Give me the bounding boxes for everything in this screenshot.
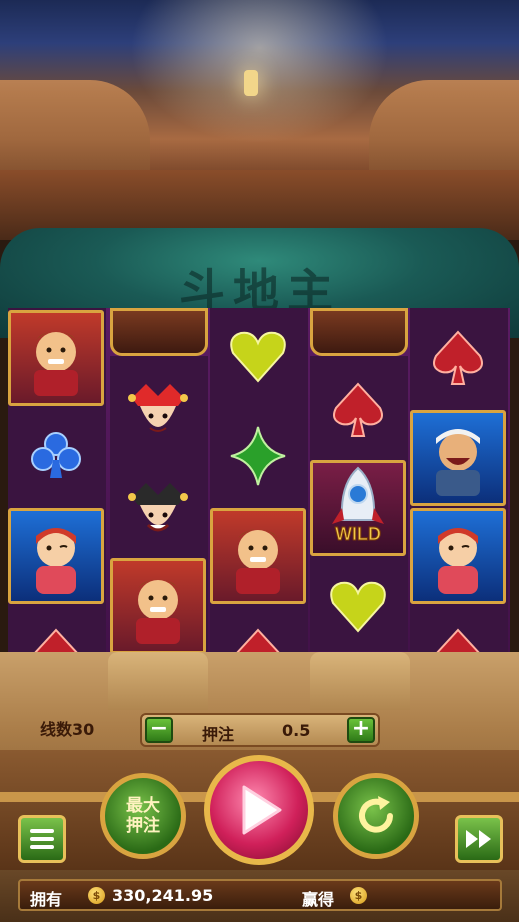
- reel-3: [210, 308, 308, 683]
- stone-ledge: [108, 652, 208, 710]
- max-bet-button[interactable]: 最大 押注: [100, 773, 186, 859]
- coin-icon: $: [88, 887, 105, 904]
- coin-icon: $: [350, 887, 367, 904]
- chandelier-icon: [244, 70, 258, 96]
- fast-forward-icon: [466, 830, 491, 848]
- lines-value: 30: [72, 720, 95, 739]
- stone-ledge: [310, 652, 410, 710]
- symbol-man-red: [210, 508, 306, 604]
- symbol-man-red: [110, 558, 206, 654]
- bet-decrease-button[interactable]: −: [145, 717, 173, 743]
- autoplay-button[interactable]: [333, 773, 419, 859]
- max-bet-label-line1: 最大: [126, 796, 160, 816]
- symbol-girl-red: [8, 508, 104, 604]
- symbol-club-blue: [8, 408, 104, 504]
- menu-button[interactable]: [18, 815, 66, 863]
- hamburger-icon: [30, 829, 54, 849]
- symbol-girl-red: [410, 508, 506, 604]
- symbol-heart-gold: [210, 308, 306, 404]
- reel-5: [410, 308, 508, 683]
- lines-label: 线数: [40, 720, 73, 739]
- balance-value: 330,241.95: [112, 886, 214, 905]
- symbol-spade-red: [310, 362, 406, 458]
- wild-label: WILD: [335, 524, 381, 544]
- reel-ornament: [110, 308, 208, 356]
- reel-2: [110, 356, 208, 654]
- bet-value: 0.5: [282, 721, 311, 740]
- lines-display: 线数30: [40, 716, 94, 740]
- reel-ornament: [310, 308, 408, 356]
- bet-label: 押注: [202, 725, 235, 744]
- refresh-icon: [359, 796, 393, 833]
- symbol-wild-rocket: WILD: [310, 460, 406, 556]
- symbol-man-red: [8, 310, 104, 406]
- symbol-joker-black: [110, 461, 206, 557]
- fast-forward-button[interactable]: [455, 815, 503, 863]
- reel-4: WILD: [310, 356, 408, 651]
- reel-1: [8, 308, 106, 683]
- symbol-heart-gold: [310, 558, 406, 654]
- play-icon: [242, 785, 282, 835]
- spin-button[interactable]: [204, 755, 314, 865]
- symbol-joker-red: [110, 364, 206, 460]
- win-label: 赢得: [302, 890, 335, 909]
- balance-label: 拥有: [30, 890, 63, 909]
- status-bar: 拥有 $ 330,241.95 赢得 $: [18, 879, 502, 911]
- casino-hall-background: [0, 0, 519, 240]
- symbol-man-white-cap: [410, 410, 506, 506]
- symbol-diamond-green: [210, 408, 306, 504]
- bet-bar: − 押注 0.5 +: [140, 713, 380, 747]
- game-logo: 斗地主: [179, 264, 341, 318]
- bet-increase-button[interactable]: +: [347, 717, 375, 743]
- symbol-spade-red: [410, 310, 506, 406]
- max-bet-label-line2: 押注: [126, 816, 160, 836]
